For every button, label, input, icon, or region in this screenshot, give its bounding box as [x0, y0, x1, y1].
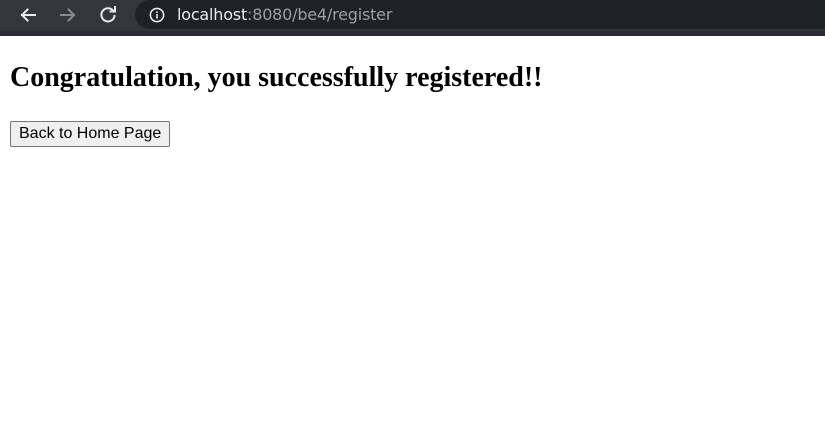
- reload-icon: [100, 6, 116, 23]
- reload-button[interactable]: [94, 2, 122, 28]
- browser-toolbar: localhost:8080/be4/register: [0, 0, 825, 36]
- address-bar[interactable]: localhost:8080/be4/register: [135, 0, 825, 29]
- page-content: Congratulation, you successfully registe…: [0, 36, 825, 425]
- page-title: Congratulation, you successfully registe…: [10, 62, 543, 93]
- url-text[interactable]: localhost:8080/be4/register: [177, 5, 392, 24]
- back-arrow-icon: [20, 8, 36, 22]
- url-path: :8080/be4/register: [247, 5, 393, 24]
- info-icon[interactable]: [148, 6, 166, 24]
- back-to-home-button[interactable]: Back to Home Page: [10, 121, 171, 147]
- back-button[interactable]: [14, 2, 42, 28]
- forward-button[interactable]: [54, 2, 82, 28]
- url-host: localhost: [177, 5, 248, 24]
- forward-arrow-icon: [60, 8, 76, 22]
